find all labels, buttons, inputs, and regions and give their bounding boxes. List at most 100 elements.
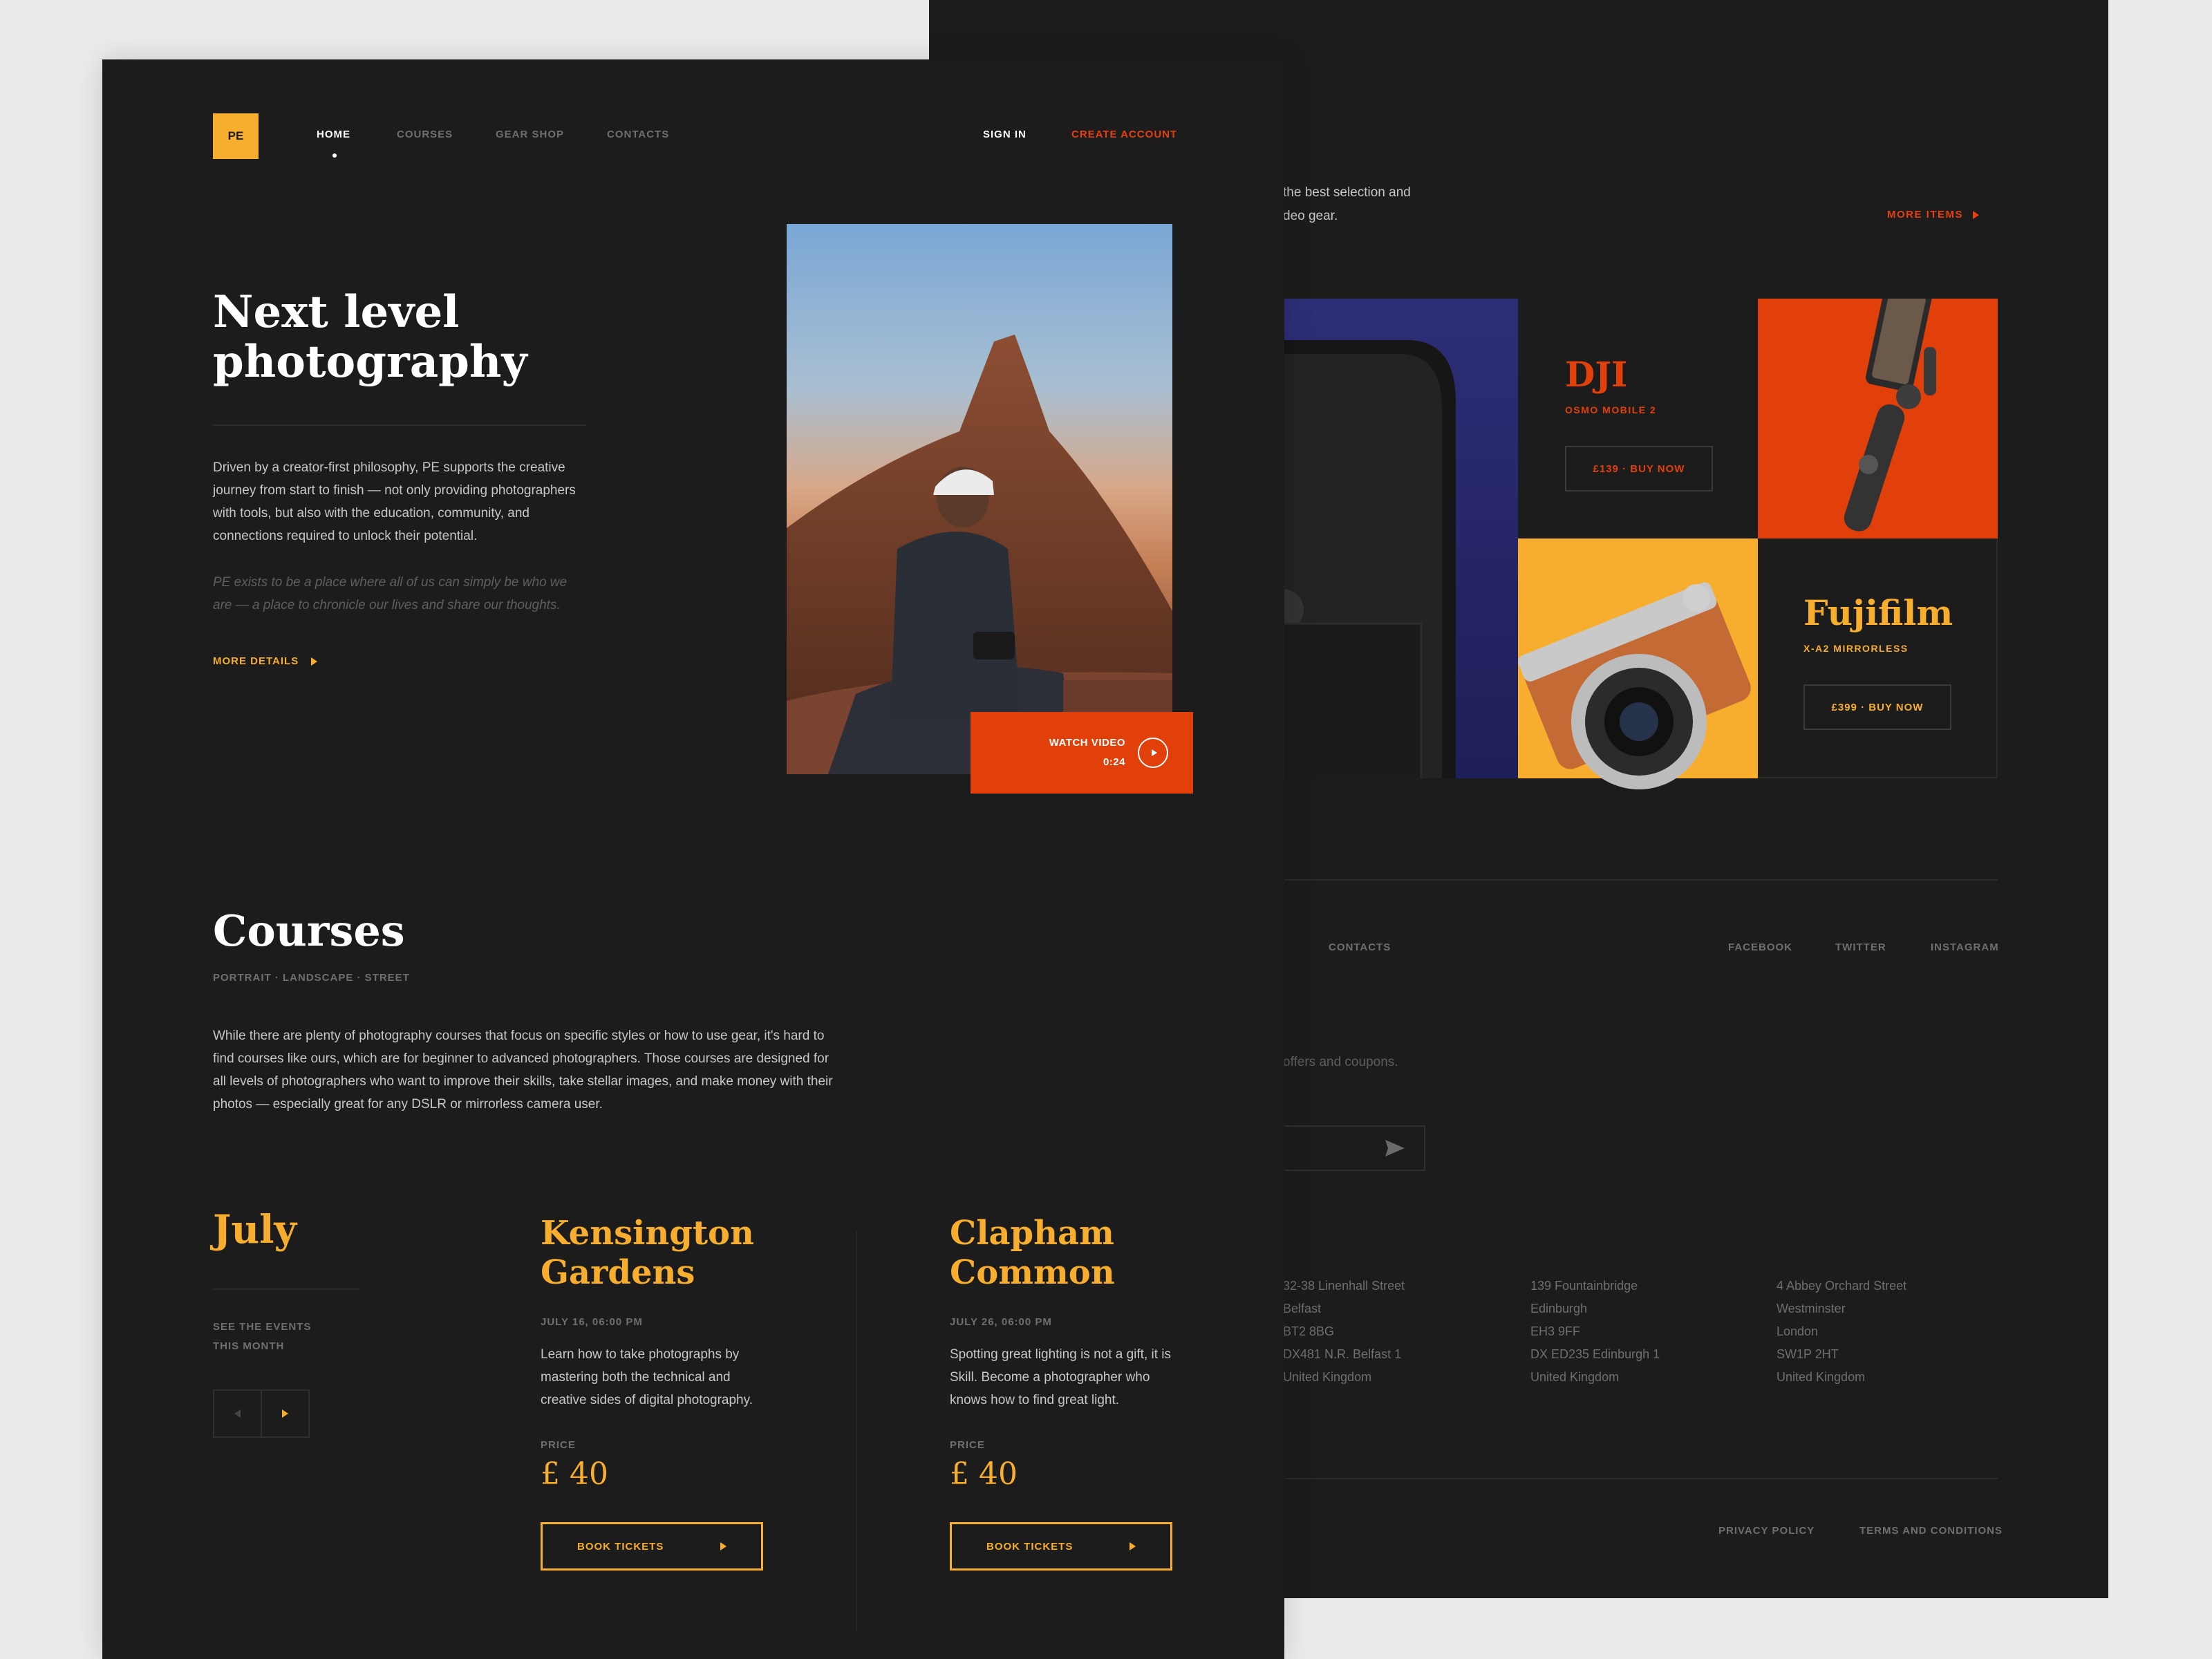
camera-body-illustration [1283, 340, 1456, 778]
more-details-label: MORE DETAILS [213, 655, 299, 667]
address-line: BT2 8BG [1283, 1324, 1335, 1338]
event-date: JULY 26, 06:00 PM [950, 1316, 1052, 1328]
active-nav-indicator [332, 153, 337, 158]
nav-item-home[interactable]: HOME [317, 129, 350, 140]
hero-photo [787, 224, 1172, 774]
address-london: 4 Abbey Orchard Street Westminster Londo… [1777, 1275, 1906, 1389]
buy-now-button[interactable]: £139 · BUY NOW [1565, 446, 1713, 491]
see-events-label: SEE THE EVENTS THIS MONTH [213, 1318, 311, 1356]
event-price: £ 40 [541, 1456, 608, 1492]
address-line: 139 Fountainbridge [1530, 1279, 1638, 1293]
fujifilm-product-image[interactable] [1518, 538, 1758, 789]
event-title-line: Common [950, 1253, 1115, 1292]
address-line: United Kingdom [1283, 1370, 1372, 1384]
book-tickets-label: BOOK TICKETS [986, 1540, 1074, 1553]
address-line: United Kingdom [1530, 1370, 1620, 1384]
see-events-line: THIS MONTH [213, 1340, 285, 1352]
footer-link-facebook[interactable]: FACEBOOK [1728, 941, 1792, 953]
gear-intro-text: the best selection and deo gear. [1283, 181, 1546, 228]
product-brand: DJI [1565, 354, 1628, 395]
arrow-right-icon [311, 657, 318, 666]
create-account-link[interactable]: CREATE ACCOUNT [1071, 129, 1177, 140]
courses-description: While there are plenty of photography co… [213, 1029, 833, 1112]
address-belfast: 32-38 Linenhall Street Belfast BT2 8BG D… [1283, 1275, 1405, 1389]
event-date: JULY 16, 06:00 PM [541, 1316, 643, 1328]
month-divider [213, 1288, 359, 1290]
pe-logo[interactable]: PE [213, 113, 259, 159]
watch-video-button[interactable]: WATCH VIDEO 0:24 [971, 712, 1193, 794]
terms-link[interactable]: TERMS AND CONDITIONS [1859, 1525, 2003, 1537]
send-icon[interactable] [1385, 1140, 1405, 1156]
arrow-right-icon [1973, 210, 1980, 219]
home-page: PE HOME COURSES GEAR SHOP CONTACTS SIGN … [102, 59, 1284, 1659]
product-brand: Fujifilm [1803, 592, 1953, 633]
arrow-right-icon [720, 1542, 727, 1550]
address-line: Westminster [1777, 1302, 1846, 1315]
mirrorless-camera-illustration [1518, 582, 1751, 789]
address-edinburgh: 139 Fountainbridge Edinburgh EH3 9FF DX … [1530, 1275, 1660, 1389]
event-description: Learn how to take photographs by masteri… [541, 1347, 753, 1407]
product-model: X-A2 MIRRORLESS [1803, 643, 1909, 654]
month-title: July [213, 1207, 297, 1253]
gear-grid: DJI OSMO MOBILE 2 £139 · BUY NOW Fujifil… [1283, 299, 1998, 789]
event-title-line: Kensington [541, 1214, 754, 1253]
address-line: United Kingdom [1777, 1370, 1866, 1384]
address-line: SW1P 2HT [1777, 1347, 1839, 1361]
event-description: Spotting great lighting is not a gift, i… [950, 1347, 1172, 1407]
watch-video-label: WATCH VIDEO [1049, 737, 1125, 749]
address-line: Edinburgh [1530, 1302, 1588, 1315]
chevron-right-icon [282, 1409, 288, 1418]
event-card-kensington: Kensington Gardens JULY 16, 06:00 PM Lea… [541, 1214, 776, 1571]
gear-intro-line: deo gear. [1283, 209, 1338, 223]
event-title: Clapham Common [950, 1214, 1185, 1293]
gimbal-illustration [1844, 299, 1936, 532]
footer-bottom-divider [1283, 1478, 1998, 1479]
courses-tags: PORTRAIT · LANDSCAPE · STREET [213, 972, 410, 984]
buy-now-button[interactable]: £399 · BUY NOW [1803, 684, 1951, 730]
event-title: Kensington Gardens [541, 1214, 776, 1293]
camera-product-image[interactable] [1283, 299, 1518, 778]
newsletter-input[interactable] [1283, 1125, 1425, 1171]
watch-video-text: WATCH VIDEO 0:24 [1049, 733, 1125, 772]
price-label: PRICE [950, 1439, 985, 1451]
previous-month-button[interactable] [214, 1391, 262, 1436]
address-line: DX481 N.R. Belfast 1 [1283, 1347, 1402, 1361]
event-separator [856, 1230, 857, 1631]
hero-divider [213, 424, 586, 426]
address-line: DX ED235 Edinburgh 1 [1530, 1347, 1660, 1361]
play-icon [1138, 738, 1168, 768]
hero-title-line: Next level [213, 286, 460, 338]
more-items-label: MORE ITEMS [1887, 209, 1964, 221]
more-items-link[interactable]: MORE ITEMS [1887, 209, 1980, 221]
privacy-policy-link[interactable]: PRIVACY POLICY [1718, 1525, 1815, 1537]
book-tickets-label: BOOK TICKETS [577, 1540, 664, 1553]
next-month-button[interactable] [262, 1391, 308, 1436]
nav-item-courses[interactable]: COURSES [397, 129, 453, 140]
dji-product-card: DJI OSMO MOBILE 2 £139 · BUY NOW [1518, 299, 1758, 538]
event-title-line: Gardens [541, 1253, 695, 1292]
dji-product-image[interactable] [1758, 299, 1998, 538]
hero-quote: PE exists to be a place where all of us … [213, 575, 568, 612]
footer-divider [1283, 879, 1998, 881]
nav-item-contacts[interactable]: CONTACTS [607, 129, 669, 140]
footer-link-instagram[interactable]: INSTAGRAM [1931, 941, 1999, 953]
address-line: EH3 9FF [1530, 1324, 1581, 1338]
video-duration: 0:24 [1103, 756, 1125, 768]
play-triangle-icon [1151, 749, 1157, 756]
see-events-line: SEE THE EVENTS [213, 1321, 312, 1333]
chevron-left-icon [234, 1409, 241, 1418]
address-line: Belfast [1283, 1302, 1322, 1315]
more-details-link[interactable]: MORE DETAILS [213, 655, 318, 667]
hero-title-line: photography [213, 336, 527, 388]
arrow-right-icon [1130, 1542, 1136, 1550]
gear-intro-line: the best selection and [1283, 185, 1411, 200]
month-pager [213, 1389, 310, 1438]
book-tickets-button[interactable]: BOOK TICKETS [950, 1522, 1172, 1571]
book-tickets-button[interactable]: BOOK TICKETS [541, 1522, 763, 1571]
footer-link-contacts[interactable]: CONTACTS [1329, 941, 1391, 953]
sign-in-link[interactable]: SIGN IN [983, 129, 1027, 140]
nav-item-gear-shop[interactable]: GEAR SHOP [496, 129, 564, 140]
footer-link-twitter[interactable]: TWITTER [1835, 941, 1886, 953]
event-title-line: Clapham [950, 1214, 1114, 1253]
courses-title: Courses [213, 906, 405, 956]
